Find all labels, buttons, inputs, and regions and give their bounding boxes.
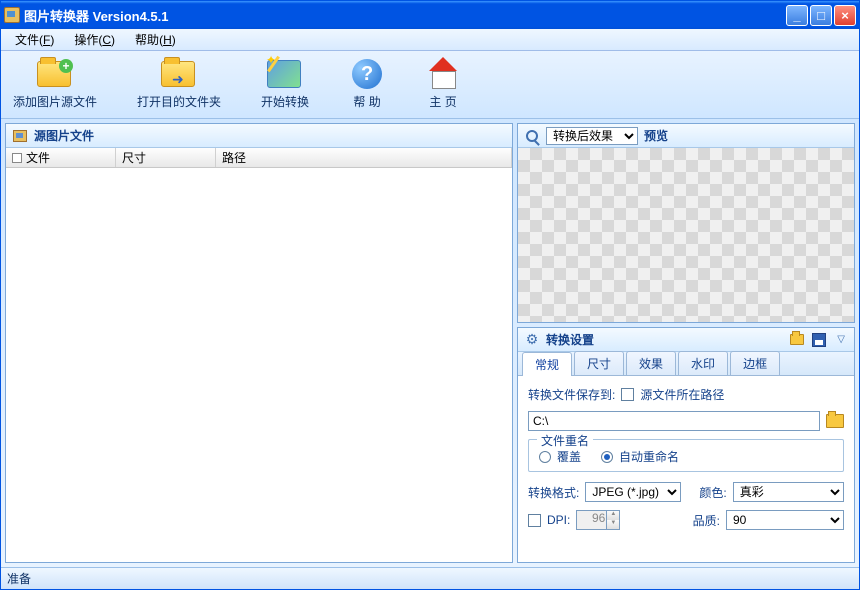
preview-mode-select[interactable]: 转换后效果 [546, 127, 638, 145]
preview-canvas[interactable] [518, 148, 854, 322]
app-window: 图片转换器 Version4.5.1 _ □ × 文件(F) 操作(C) 帮助(… [0, 0, 860, 590]
same-path-checkbox[interactable] [621, 388, 634, 401]
dpi-label: DPI: [547, 513, 570, 527]
menu-operate[interactable]: 操作(C) [64, 29, 125, 50]
gear-icon: ⚙ [524, 332, 540, 348]
toolbar: + 添加图片源文件 ➜ 打开目的文件夹 开始转换 ? 帮 助 主 页 [1, 51, 859, 119]
tab-watermark[interactable]: 水印 [678, 351, 728, 375]
source-files-panel: 源图片文件 文件 尺寸 路径 [5, 123, 513, 563]
titlebar: 图片转换器 Version4.5.1 _ □ × [1, 1, 859, 29]
app-icon [4, 7, 20, 23]
col-size[interactable]: 尺寸 [116, 148, 216, 167]
quality-select[interactable]: 90 [726, 510, 844, 530]
help-icon: ? [352, 59, 382, 89]
auto-rename-label: 自动重命名 [619, 448, 679, 465]
quality-label: 品质: [693, 512, 720, 529]
source-table-body[interactable] [6, 168, 512, 562]
settings-tabs: 常规 尺寸 效果 水印 边框 [518, 352, 854, 376]
window-title: 图片转换器 Version4.5.1 [24, 6, 786, 25]
settings-header: ⚙ 转换设置 ▽ [518, 328, 854, 352]
preview-label: 预览 [644, 127, 668, 144]
color-select[interactable]: 真彩 [733, 482, 844, 502]
color-label: 颜色: [699, 484, 726, 501]
right-column: 转换后效果 预览 ⚙ 转换设置 ▽ [517, 123, 855, 563]
menubar: 文件(F) 操作(C) 帮助(H) [1, 29, 859, 51]
menu-help[interactable]: 帮助(H) [125, 29, 186, 50]
start-label: 开始转换 [261, 93, 309, 110]
add-source-button[interactable]: + 添加图片源文件 [9, 57, 101, 112]
tab-general[interactable]: 常规 [522, 352, 572, 376]
save-path-input[interactable] [528, 411, 820, 431]
maximize-button[interactable]: □ [810, 5, 832, 26]
add-source-label: 添加图片源文件 [13, 93, 97, 110]
select-all-checkbox[interactable] [12, 153, 22, 163]
save-to-label: 转换文件保存到: [528, 386, 615, 403]
format-label: 转换格式: [528, 484, 579, 501]
home-button[interactable]: 主 页 [421, 57, 465, 112]
browse-folder-icon[interactable] [826, 414, 844, 428]
tab-effect[interactable]: 效果 [626, 351, 676, 375]
wand-icon [267, 60, 301, 88]
source-panel-header: 源图片文件 [6, 124, 512, 148]
magnifier-icon [524, 128, 540, 144]
settings-menu-arrow-icon[interactable]: ▽ [834, 333, 848, 346]
content-area: 源图片文件 文件 尺寸 路径 转换后效果 预览 [1, 119, 859, 567]
home-label: 主 页 [429, 93, 456, 110]
tab-size[interactable]: 尺寸 [574, 351, 624, 375]
dpi-checkbox[interactable] [528, 514, 541, 527]
close-button[interactable]: × [834, 5, 856, 26]
status-text: 准备 [7, 570, 31, 587]
rename-fieldset: 文件重名 覆盖 自动重命名 [528, 439, 844, 472]
dpi-input[interactable]: 96▲▼ [576, 510, 620, 530]
source-table-header: 文件 尺寸 路径 [6, 148, 512, 168]
help-button[interactable]: ? 帮 助 [345, 57, 389, 112]
folder-open-icon: ➜ [161, 61, 195, 87]
open-dest-label: 打开目的文件夹 [137, 93, 221, 110]
start-convert-button[interactable]: 开始转换 [257, 57, 313, 112]
col-file[interactable]: 文件 [6, 148, 116, 167]
load-settings-icon[interactable] [790, 334, 804, 345]
statusbar: 准备 [1, 567, 859, 589]
settings-title: 转换设置 [546, 331, 594, 348]
same-path-label: 源文件所在路径 [640, 386, 724, 403]
rename-legend: 文件重名 [537, 432, 593, 449]
picture-icon [12, 128, 28, 144]
overwrite-radio[interactable] [539, 451, 551, 463]
menu-file[interactable]: 文件(F) [5, 29, 64, 50]
help-label: 帮 助 [353, 93, 380, 110]
settings-body: 转换文件保存到: 源文件所在路径 文件重名 覆盖 [518, 376, 854, 562]
window-controls: _ □ × [786, 5, 856, 26]
source-panel-title: 源图片文件 [34, 127, 94, 144]
open-dest-button[interactable]: ➜ 打开目的文件夹 [133, 57, 225, 112]
preview-header: 转换后效果 预览 [518, 124, 854, 148]
tab-border[interactable]: 边框 [730, 351, 780, 375]
save-settings-icon[interactable] [812, 333, 826, 347]
col-path[interactable]: 路径 [216, 148, 512, 167]
minimize-button[interactable]: _ [786, 5, 808, 26]
preview-panel: 转换后效果 预览 [517, 123, 855, 323]
settings-panel: ⚙ 转换设置 ▽ 常规 尺寸 效果 水印 边框 [517, 327, 855, 563]
format-select[interactable]: JPEG (*.jpg) [585, 482, 681, 502]
auto-rename-radio[interactable] [601, 451, 613, 463]
overwrite-label: 覆盖 [557, 448, 581, 465]
folder-add-icon: + [37, 61, 71, 87]
home-icon [427, 61, 459, 89]
